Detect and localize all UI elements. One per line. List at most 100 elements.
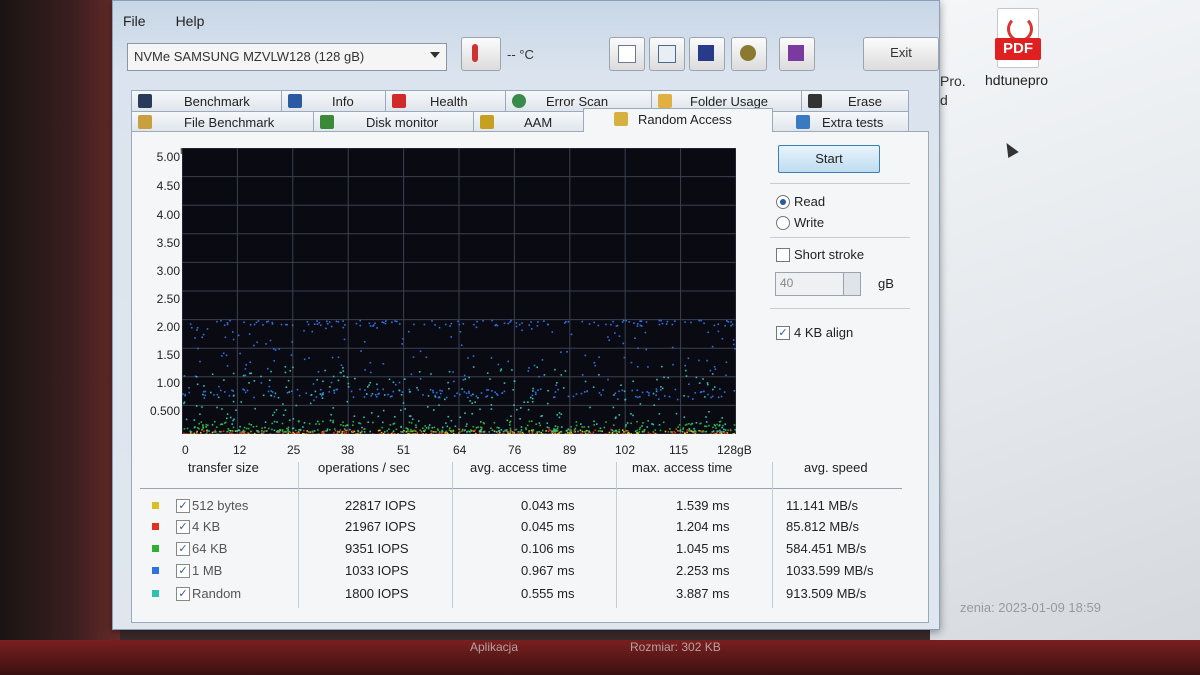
data-point <box>232 338 235 341</box>
data-point <box>713 366 716 368</box>
data-point <box>430 373 432 375</box>
data-point <box>529 433 531 434</box>
data-point <box>687 395 690 398</box>
tab-benchmark[interactable]: Benchmark <box>131 90 283 111</box>
data-point <box>516 408 518 411</box>
series-checkbox[interactable]: ✓ <box>176 564 190 578</box>
tab-extra-tests[interactable]: Extra tests <box>771 111 909 132</box>
data-point <box>717 430 719 432</box>
pdf-badge: PDF <box>995 38 1041 60</box>
options-button[interactable] <box>731 37 767 71</box>
x-tick: 64 <box>453 443 467 457</box>
settings-icon <box>740 45 756 61</box>
align-4kb-label[interactable]: 4 KB align <box>794 325 853 340</box>
data-point <box>244 374 247 377</box>
save-button[interactable] <box>689 37 725 71</box>
data-point <box>202 333 205 336</box>
data-point <box>472 393 474 396</box>
data-point <box>732 339 735 341</box>
operations-cell: 1033 IOPS <box>345 563 409 578</box>
read-radio[interactable] <box>776 195 790 209</box>
read-label[interactable]: Read <box>794 194 825 209</box>
tab-erase[interactable]: Erase <box>801 90 909 111</box>
data-point <box>446 396 448 399</box>
data-point <box>490 427 492 429</box>
data-point <box>199 360 201 363</box>
data-point <box>229 319 231 322</box>
table-row: ✓ Random 1800 IOPS 0.555 ms 3.887 ms 913.509 … <box>140 584 902 606</box>
data-point <box>503 390 506 393</box>
write-label[interactable]: Write <box>794 215 824 230</box>
data-point <box>556 382 558 384</box>
data-point <box>543 374 546 376</box>
data-point <box>553 396 556 398</box>
random-access-icon <box>614 112 628 126</box>
copy-text-button[interactable] <box>609 37 645 71</box>
data-point <box>216 406 218 409</box>
data-point <box>200 421 203 423</box>
spinner-arrows-icon[interactable] <box>843 273 860 295</box>
temperature-button[interactable] <box>461 37 501 71</box>
tab-file-benchmark-label: File Benchmark <box>184 115 275 130</box>
menu-file[interactable]: File <box>121 11 148 33</box>
tab-file-benchmark[interactable]: File Benchmark <box>131 111 315 132</box>
series-checkbox[interactable]: ✓ <box>176 520 190 534</box>
data-point <box>584 380 587 383</box>
data-point <box>183 432 185 434</box>
data-point <box>563 322 566 324</box>
data-point <box>724 423 726 425</box>
tab-health[interactable]: Health <box>385 90 507 111</box>
data-point <box>678 424 681 426</box>
data-point <box>598 392 601 394</box>
align-4kb-checkbox[interactable]: ✓ <box>776 326 790 340</box>
data-point <box>303 422 306 424</box>
series-checkbox[interactable]: ✓ <box>176 542 190 556</box>
series-checkbox[interactable]: ✓ <box>176 499 190 513</box>
tab-aam[interactable]: AAM <box>473 111 585 132</box>
start-button[interactable]: Start <box>778 145 880 173</box>
tab-random-access[interactable]: Random Access <box>583 108 773 132</box>
data-point <box>711 345 714 348</box>
data-point <box>389 424 392 426</box>
data-point <box>567 320 570 323</box>
data-point <box>273 420 276 423</box>
data-point <box>603 426 606 429</box>
data-point <box>674 388 677 391</box>
data-point <box>337 379 340 382</box>
exit-button[interactable]: Exit <box>863 37 939 71</box>
data-point <box>513 404 515 406</box>
short-stroke-size-spinner[interactable]: 40 <box>775 272 861 296</box>
data-point <box>646 391 649 393</box>
download-button[interactable] <box>779 37 815 71</box>
short-stroke-label[interactable]: Short stroke <box>794 247 864 262</box>
pdf-file-icon[interactable]: PDF <box>993 8 1043 72</box>
drive-select[interactable]: NVMe SAMSUNG MZVLW128 (128 gB) <box>127 43 447 71</box>
desktop-icon-label[interactable]: hdtunepro <box>985 72 1048 88</box>
data-point <box>598 374 600 376</box>
menu-help[interactable]: Help <box>174 11 207 33</box>
data-point <box>655 388 658 390</box>
short-stroke-checkbox[interactable] <box>776 248 790 262</box>
data-point <box>277 433 279 434</box>
data-point <box>535 423 537 425</box>
data-point <box>189 323 192 325</box>
data-point <box>677 426 679 428</box>
data-point <box>512 389 514 391</box>
copy-screenshot-button[interactable] <box>649 37 685 71</box>
tab-disk-monitor[interactable]: Disk monitor <box>313 111 475 132</box>
series-checkbox[interactable]: ✓ <box>176 587 190 601</box>
data-point <box>346 424 348 427</box>
write-radio[interactable] <box>776 216 790 230</box>
data-point <box>615 325 618 327</box>
tab-info[interactable]: Info <box>281 90 387 111</box>
tab-random-access-label: Random Access <box>638 112 732 127</box>
tab-erase-label: Erase <box>848 94 882 109</box>
data-point <box>468 390 470 393</box>
tab-aam-label: AAM <box>524 115 553 130</box>
data-point <box>510 415 512 417</box>
data-point <box>623 390 626 393</box>
data-point <box>707 393 709 396</box>
y-tick: 2.50 <box>156 292 180 306</box>
data-point <box>370 395 372 397</box>
table-row: ✓ 4 KB 21967 IOPS 0.045 ms 1.204 ms 85.812 MB… <box>140 517 902 539</box>
